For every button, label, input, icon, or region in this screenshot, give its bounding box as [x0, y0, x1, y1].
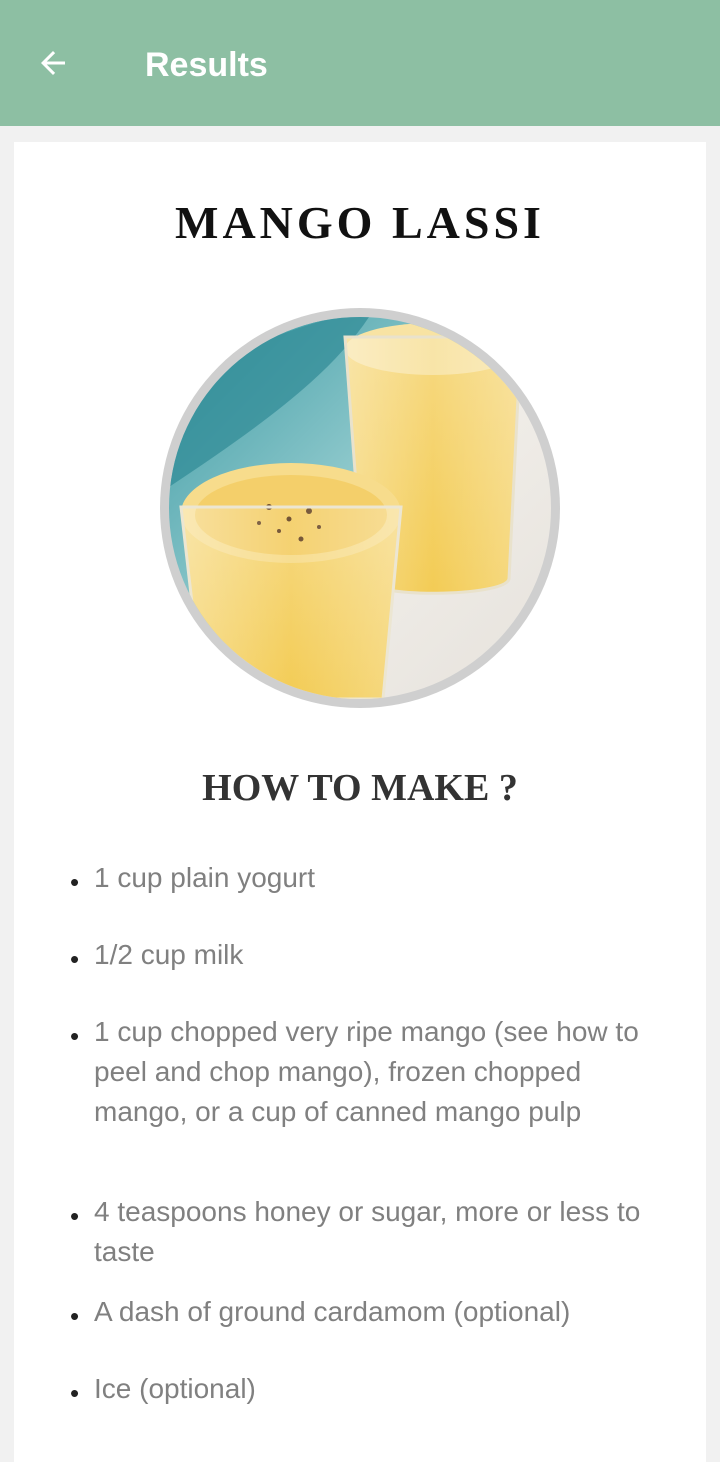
ingredient-text: Ice (optional) [94, 1373, 256, 1404]
recipe-title: MANGO LASSI [175, 197, 545, 248]
app-bar: Results [0, 0, 720, 126]
bullet-icon: • [70, 1301, 80, 1331]
list-item: • 1 cup chopped very ripe mango (see how… [70, 1012, 650, 1132]
ingredient-text: 1/2 cup milk [94, 939, 244, 970]
page-title: Results [145, 46, 268, 84]
ingredient-text: 1 cup plain yogurt [94, 862, 316, 893]
recipe-card: MANGO LASSI HOW TO MAKE ? • 1 cup plain … [14, 142, 706, 1462]
bullet-icon: • [70, 1378, 80, 1408]
list-item: • A dash of ground cardamom (optional) [70, 1292, 650, 1332]
ingredient-text: 1 cup chopped very ripe mango (see how t… [94, 1016, 639, 1127]
list-item: • 4 teaspoons honey or sugar, more or le… [70, 1192, 650, 1272]
bullet-icon: • [70, 944, 80, 974]
list-item: • 1 cup plain yogurt [70, 858, 650, 898]
list-item: • Ice (optional) [70, 1369, 650, 1409]
recipe-photo-frame [160, 308, 560, 708]
arrow-left-icon [41, 51, 65, 75]
back-button[interactable] [30, 40, 76, 86]
ingredient-text: 4 teaspoons honey or sugar, more or less… [94, 1196, 641, 1267]
ingredient-text: A dash of ground cardamom (optional) [94, 1296, 571, 1327]
mango-lassi-photo [169, 317, 551, 699]
bullet-icon: • [70, 867, 80, 897]
bullet-icon: • [70, 1021, 80, 1051]
bullet-icon: • [70, 1201, 80, 1231]
list-item: • 1/2 cup milk [70, 935, 650, 975]
how-to-make-heading: HOW TO MAKE ? [202, 767, 518, 809]
